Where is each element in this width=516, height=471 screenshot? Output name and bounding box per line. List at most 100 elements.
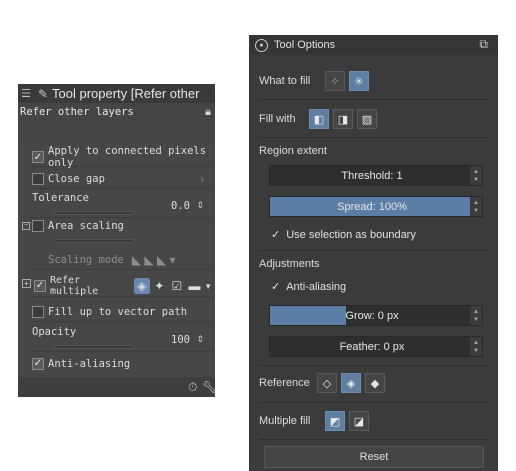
current-layer-icon[interactable]: ◇ (317, 373, 337, 393)
scaling-mode-icons: ◣ ◣ ◣ ▾ (131, 253, 176, 267)
fill-with-row: Fill with ◧ ◨ ▨ (259, 107, 498, 131)
tool-property-footer: ⏱ 🔧︎ (18, 377, 217, 397)
grow-spinbox[interactable]: Grow: 0 px ▲ ▼ (269, 305, 483, 326)
apply-connected-row[interactable]: ✓ Apply to connected pixels only (28, 145, 212, 169)
tool-property-titlebar: ☰ ✎ Tool property [Refer other (18, 84, 215, 103)
reference-row: Reference ◇ ◈ ◆ (259, 371, 498, 395)
apply-connected-checkbox[interactable]: ✓ (32, 151, 44, 163)
subtool-header: Refer other layers (18, 103, 215, 143)
tolerance-value: 0.0 (171, 200, 190, 212)
continuous-fill-icon[interactable]: ◪ (349, 411, 369, 431)
fill-contiguous-icon[interactable]: ⁘ (325, 71, 345, 91)
tool-options-icon: ● (255, 38, 268, 52)
layers-icon[interactable]: ◈ (133, 277, 150, 294)
anti-aliasing-row[interactable]: ✓ Anti-aliasing (28, 354, 212, 373)
region-extent-header: Region extent (259, 142, 498, 160)
tool-options-titlebar: ● Tool Options ⧉ (249, 35, 498, 55)
spin-arrows-icon[interactable]: ▲ ▼ (470, 197, 482, 216)
tool-options-title: Tool Options (274, 39, 336, 51)
reset-button[interactable]: Reset (264, 446, 484, 468)
spread-spinbox[interactable]: Spread: 100% ▲ ▼ (269, 196, 483, 217)
all-layers-icon[interactable]: ◈ (341, 373, 361, 393)
opacity-slider[interactable] (54, 345, 134, 349)
use-selection-label: Use selection as boundary (286, 228, 416, 241)
opacity-row[interactable]: Opacity 100 ⇕ (28, 326, 212, 352)
anti-aliasing-label: Anti-aliasing (48, 357, 131, 370)
lock-icon[interactable]: 🔒︎ (205, 106, 211, 119)
feather-value: Feather: 0 px (339, 340, 405, 353)
pattern-icon[interactable]: ▨ (357, 109, 377, 129)
chevron-down-icon[interactable]: ▾ (204, 278, 212, 294)
use-selection-checkbox[interactable]: ✓ Use selection as boundary (271, 228, 416, 242)
tool-property-panel: ☰ ✎ Tool property [Refer other Refer oth… (18, 84, 217, 397)
spin-arrows-icon[interactable]: ▲ ▼ (470, 166, 482, 185)
fill-vector-checkbox[interactable] (32, 306, 44, 318)
chevron-right-icon[interactable]: › (201, 174, 204, 185)
settings-dial-icon[interactable]: ⏱ (188, 380, 197, 395)
fill-vector-row[interactable]: Fill up to vector path (28, 303, 212, 322)
scaling-mode-row: Scaling mode ◣ ◣ ◣ ▾ (28, 251, 212, 270)
spread-value: Spread: 100% (337, 200, 407, 213)
check-icon: ✓ (271, 281, 281, 293)
anti-aliasing-checkbox[interactable]: ✓ (32, 357, 44, 370)
multiple-fill-label: Multiple fill (259, 415, 311, 427)
expand-icon[interactable]: + (22, 279, 31, 288)
fill-vector-label: Fill up to vector path (48, 306, 188, 318)
grow-value: Grow: 0 px (345, 309, 399, 322)
anti-aliasing-label: Anti-aliasing (286, 280, 347, 293)
refer-multiple-label: Refer multiple (50, 274, 99, 297)
region-extent-label: Region extent (259, 145, 327, 157)
opacity-label: Opacity (32, 326, 77, 338)
anti-aliasing-checkbox[interactable]: ✓ Anti-aliasing (271, 280, 347, 294)
tolerance-row[interactable]: Tolerance 0.0 ⇕ (28, 192, 212, 218)
fg-color-icon[interactable]: ◧ (309, 109, 329, 129)
feather-spinbox[interactable]: Feather: 0 px ▲ ▼ (269, 336, 483, 357)
threshold-value: Threshold: 1 (341, 169, 403, 182)
menu-icon[interactable]: ☰ (18, 87, 34, 100)
subtool-name: Refer other layers (20, 106, 134, 118)
scaling-mode-label: Scaling mode (48, 254, 124, 266)
adjustments-label: Adjustments (259, 258, 320, 270)
divider (259, 402, 488, 403)
tolerance-label: Tolerance (32, 192, 89, 204)
grow-fill-bar (270, 306, 346, 325)
tool-property-title: Tool property [Refer other (52, 86, 200, 101)
close-gap-row[interactable]: Close gap › (28, 170, 212, 189)
close-gap-label: Close gap (48, 173, 105, 185)
what-to-fill-label: What to fill (259, 75, 311, 87)
refer-multiple-row[interactable]: ✓ Refer multiple ◈ ✦ ☑ ▬ ▾ (32, 275, 212, 297)
divider (259, 250, 488, 251)
spin-arrows-icon[interactable]: ▲ ▼ (470, 306, 482, 325)
draft-layer-icon[interactable]: ✦ (152, 278, 168, 294)
fill-with-label: Fill with (259, 113, 296, 125)
opacity-spin-icon[interactable]: ⇕ (196, 334, 204, 345)
labeled-layers-icon[interactable]: ◆ (365, 373, 385, 393)
adjustments-header: Adjustments (259, 255, 498, 273)
area-scaling-slider[interactable] (54, 239, 134, 243)
drag-fill-icon[interactable]: ◩ (325, 411, 345, 431)
area-scaling-row[interactable]: Area scaling (28, 220, 212, 246)
reference-label: Reference (259, 377, 310, 389)
apply-connected-label: Apply to connected pixels only (48, 145, 207, 169)
divider (259, 137, 488, 138)
tolerance-slider[interactable] (54, 211, 134, 215)
multiple-fill-row: Multiple fill ◩ ◪ (259, 409, 498, 433)
fill-similar-icon[interactable]: ✳ (349, 71, 369, 91)
divider (259, 99, 488, 100)
close-gap-checkbox[interactable] (32, 173, 44, 185)
opacity-value: 100 (171, 334, 190, 346)
tolerance-spin-icon[interactable]: ⇕ (196, 200, 204, 211)
refer-multiple-checkbox[interactable]: ✓ (34, 279, 46, 292)
folder-icon[interactable]: ▬ (187, 278, 203, 294)
tool-options-panel: ● Tool Options ⧉ What to fill ⁘ ✳ Fill w… (249, 35, 498, 471)
threshold-spinbox[interactable]: Threshold: 1 ▲ ▼ (269, 165, 483, 186)
divider (259, 365, 488, 366)
float-dock-icon[interactable]: ⧉ (479, 37, 488, 52)
wrench-icon[interactable]: 🔧︎ (202, 380, 217, 394)
bg-color-icon[interactable]: ◨ (333, 109, 353, 129)
check-icon: ✓ (271, 229, 281, 241)
pen-tool-icon: ✎ (37, 86, 49, 101)
spin-arrows-icon[interactable]: ▲ ▼ (470, 337, 482, 356)
check-layer-icon[interactable]: ☑ (169, 278, 185, 294)
area-scaling-checkbox[interactable] (32, 220, 44, 232)
